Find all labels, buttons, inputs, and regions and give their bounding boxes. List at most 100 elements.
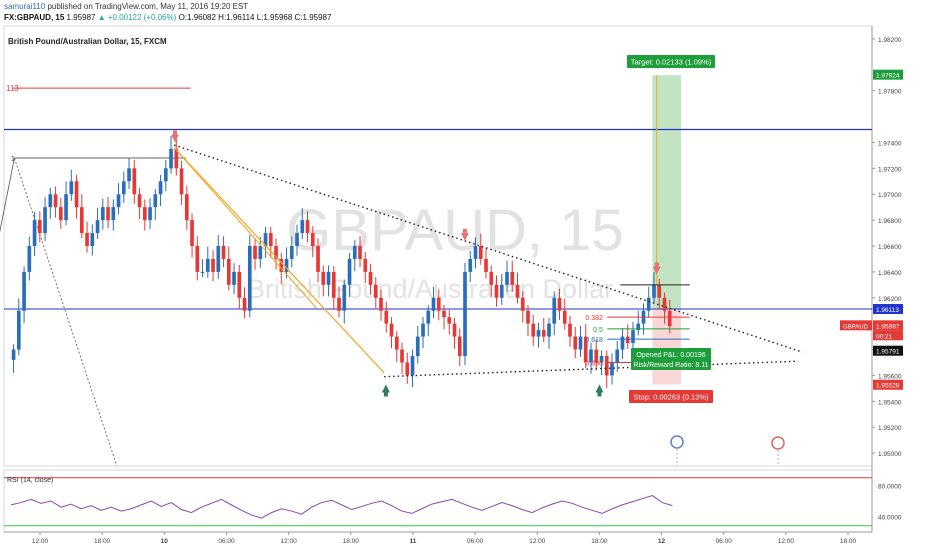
candle-body [242,297,247,311]
candle-body [473,246,478,259]
sell-arrow-3-stem [654,262,659,267]
candle-body [394,336,399,350]
candle-body [625,336,630,344]
candle-body [205,258,210,272]
sell-arrow-1-stem [172,130,177,135]
candle-body [258,246,263,259]
fib-886-label: 0.886 [585,360,603,367]
rsi-pane-frame [3,469,873,533]
price-tick-label: 1.97000 [878,192,902,199]
candle-body [184,194,189,221]
time-tick-label: 06:00 [467,538,484,545]
candle-body [515,284,520,298]
fib-382-label: 0.382 [585,315,603,322]
time-tick-label: 06:00 [716,538,733,545]
candle-body [158,181,163,195]
price-badge: 1.95528 [876,383,900,390]
candle-body [410,356,415,376]
candle-body [43,207,47,234]
candle-body [11,349,16,360]
candle-body [463,271,467,356]
time-tick-label: 12:00 [778,538,795,545]
rsi-line [10,495,673,519]
candle-body [389,323,394,337]
time-tick-label: 18:00 [343,538,360,545]
candle-body [195,246,200,272]
price-badge: 00:21 [876,333,893,340]
candle-body [190,220,194,246]
candle-body [368,271,373,285]
candle-body [342,284,347,311]
candle-body [247,246,252,311]
candle-body [484,258,488,272]
candle-body [358,246,362,259]
candle-body [48,194,53,208]
pnl-label: Opened P&L: 0.00196 [636,352,705,359]
price-tick-label: 1.97800 [878,89,902,96]
candle-body [405,362,410,376]
candle-body [568,323,572,337]
time-tick-label: 12:00 [32,538,49,545]
candle-body [447,317,452,324]
event-icon-2[interactable] [771,436,785,450]
price-tick-label: 1.98200 [878,37,902,44]
candle-body [169,148,173,169]
candle-body [478,246,483,259]
candle-body [58,207,63,221]
candle-body [32,220,37,246]
price-tick-label: 1.95400 [878,399,902,406]
candle-body [426,310,431,324]
candle-body [153,194,158,208]
candle-body [573,336,578,350]
fib-618-label: 0.618 [585,337,603,344]
candle-body [578,336,583,350]
candle-body [237,271,242,298]
candle-body [74,181,79,208]
time-tick-label: 12:00 [529,538,546,545]
candle-body [253,246,257,259]
candle-body [652,284,656,298]
candle-body [148,207,152,221]
level-113-label: 113 [6,84,19,93]
candle-body [116,194,121,208]
candle-body [505,271,509,285]
candle-body [631,330,635,344]
candle-body [337,297,341,311]
candle-body [121,181,126,195]
price-tick-label: 1.97200 [878,166,902,173]
candle-body [436,297,441,311]
time-tick-label: 18:00 [94,538,111,545]
candle-body [211,258,215,272]
candle-body [289,246,294,259]
candle-body [53,194,58,208]
price-tick-label: 1.97400 [878,140,902,147]
price-badge: 1.97924 [876,73,900,80]
price-tick-label: 1.95600 [878,373,902,380]
stop-label: Stop: 0.00263 (0.13%) [633,393,709,402]
candle-body [620,336,625,350]
candle-body [526,310,530,324]
candle-body [200,271,205,273]
candle-body [232,271,236,285]
time-tick-label: 12:00 [280,538,297,545]
price-badge: 1.95987 [876,323,900,330]
candle-body [384,310,389,324]
candle-body [457,336,462,356]
candle-body [510,271,515,285]
candle-body [132,168,137,195]
candle-body [326,271,331,285]
price-badge: 1.95791 [876,349,900,356]
symbol-badge: GBPAUD [843,324,869,330]
candle-body [216,246,221,272]
price-chart[interactable]: GBPAUD, 15British Pound/Australian Dolla… [0,0,932,550]
candle-body [310,233,315,246]
buy-arrow-2 [595,384,604,393]
candle-body [316,246,320,272]
candle-body [452,323,457,337]
candle-body [373,284,378,298]
event-icon-1[interactable] [670,435,684,449]
candle-body [142,207,147,221]
candle-body [90,233,95,246]
candle-body [16,310,21,350]
price-tick-label: 1.96800 [878,218,902,225]
